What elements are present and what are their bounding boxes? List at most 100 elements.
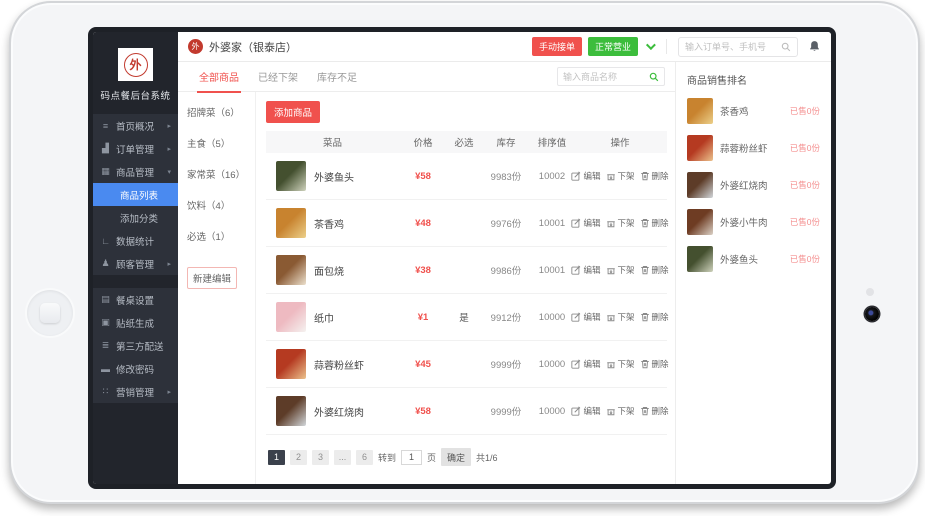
product-search-input[interactable] (563, 72, 645, 82)
page-button[interactable]: 6 (356, 450, 373, 465)
delete-button[interactable]: 删除 (640, 358, 669, 370)
off-shelf-button[interactable]: 下架 (606, 311, 635, 323)
tab[interactable]: 库存不足 (315, 60, 359, 93)
sidebar-menu-item[interactable]: ▟ 订单管理 ▸ (93, 137, 178, 160)
edit-button[interactable]: 编辑 (571, 358, 600, 370)
off-shelf-button[interactable]: 下架 (606, 170, 635, 182)
menu-item-icon: ▣ (100, 317, 111, 328)
order-search-box (678, 37, 798, 57)
category-item[interactable]: 饮料（4） (187, 198, 246, 212)
sidebar-menu-item[interactable]: ∟ 数据统计 (93, 229, 178, 252)
product-stock: 9999份 (481, 404, 531, 418)
edit-button[interactable]: 编辑 (571, 217, 600, 229)
product-photo (276, 161, 306, 191)
category-item[interactable]: 主食（5） (187, 136, 246, 150)
sidebar-menu-item[interactable]: ▦ 商品管理 ▾ (93, 160, 178, 183)
off-shelf-button[interactable]: 下架 (606, 405, 635, 417)
ranking-list-item: 茶香鸡 已售0份 (687, 98, 820, 124)
edit-icon (571, 171, 581, 181)
product-stock: 9976份 (481, 216, 531, 230)
page-button[interactable]: ... (334, 450, 351, 465)
sidebar-menu-item[interactable]: ≡ 首页概况 ▸ (93, 114, 178, 137)
off-shelf-button[interactable]: 下架 (606, 264, 635, 276)
col-stock: 库存 (481, 135, 531, 149)
notification-bell-icon[interactable] (808, 40, 821, 53)
menu-item-label: 贴纸生成 (116, 316, 154, 330)
delete-button[interactable]: 删除 (640, 405, 669, 417)
page-button[interactable]: 2 (290, 450, 307, 465)
product-price: ¥38 (399, 265, 447, 276)
tabs-bar: 全部商品已经下架库存不足 (178, 62, 675, 92)
screenshot-stage: 外 码点餐后台系统 ≡ 首页概况 ▸ ▟ 订单管理 ▸ ▦ 商品管理 ▾ 商品列… (0, 0, 925, 516)
manual-order-button[interactable]: 手动接单 (532, 37, 582, 56)
menu-item-label: 商品管理 (116, 165, 154, 179)
sidebar-menu-item[interactable]: 商品列表 (93, 183, 178, 206)
new-edit-button[interactable]: 新建编辑 (187, 267, 237, 289)
edit-label: 编辑 (583, 264, 600, 276)
page-unit-label: 页 (427, 451, 436, 464)
tab[interactable]: 已经下架 (256, 60, 300, 93)
category-item[interactable]: 招牌菜（6） (187, 105, 246, 119)
off-shelf-button[interactable]: 下架 (606, 217, 635, 229)
status-chevron-down-icon[interactable] (646, 40, 656, 50)
sidebar-menu-item[interactable]: ∷ 营销管理 ▸ (93, 380, 178, 403)
edit-button[interactable]: 编辑 (571, 311, 600, 323)
delete-button[interactable]: 删除 (640, 217, 669, 229)
delete-button[interactable]: 删除 (640, 311, 669, 323)
chevron-icon: ▸ (167, 260, 171, 268)
sidebar-menu-item[interactable]: 添加分类 (93, 206, 178, 229)
sidebar-menu-item[interactable]: ▤ 餐桌设置 (93, 288, 178, 311)
menu-item-label: 修改密码 (116, 362, 154, 376)
delete-button[interactable]: 删除 (640, 264, 669, 276)
sidebar: 外 码点餐后台系统 ≡ 首页概况 ▸ ▟ 订单管理 ▸ ▦ 商品管理 ▾ 商品列… (93, 32, 178, 484)
sidebar-menu-item[interactable]: ♟ 顾客管理 ▸ (93, 252, 178, 275)
sidebar-menu-item[interactable]: ≣ 第三方配送 (93, 334, 178, 357)
menu-item-label: 商品列表 (120, 188, 158, 202)
app-window: 外 码点餐后台系统 ≡ 首页概况 ▸ ▟ 订单管理 ▸ ▦ 商品管理 ▾ 商品列… (93, 32, 831, 484)
edit-icon (571, 218, 581, 228)
delete-button[interactable]: 删除 (640, 170, 669, 182)
page-button[interactable]: 1 (268, 450, 285, 465)
edit-button[interactable]: 编辑 (571, 264, 600, 276)
goto-page-input[interactable] (401, 450, 422, 465)
off-shelf-label: 下架 (618, 170, 635, 182)
product-search-box (557, 67, 665, 86)
off-shelf-icon (606, 171, 616, 181)
off-shelf-icon (606, 406, 616, 416)
off-shelf-button[interactable]: 下架 (606, 358, 635, 370)
add-product-button[interactable]: 添加商品 (266, 101, 320, 123)
home-button[interactable] (27, 290, 73, 336)
tab[interactable]: 全部商品 (197, 60, 241, 93)
edit-button[interactable]: 编辑 (571, 405, 600, 417)
menu-item-label: 首页概况 (116, 119, 154, 133)
edit-button[interactable]: 编辑 (571, 170, 600, 182)
sidebar-menu-group: ▤ 餐桌设置 ▣ 贴纸生成 ≣ 第三方配送 ▬ 修改密码 ∷ 营销管理 ▸ (93, 288, 178, 403)
product-price: ¥48 (399, 218, 447, 229)
col-price: 价格 (399, 135, 447, 149)
page-button[interactable]: 3 (312, 450, 329, 465)
menu-item-icon: ≡ (100, 121, 111, 131)
product-name: 面包烧 (314, 263, 344, 278)
ambient-sensor (866, 288, 874, 296)
page-buttons: 123... 6 (268, 450, 373, 465)
category-item[interactable]: 家常菜（16） (187, 167, 246, 181)
ranking-item-name: 外婆红烧肉 (720, 178, 783, 192)
chevron-icon: ▸ (167, 145, 171, 153)
delete-label: 删除 (652, 358, 669, 370)
sidebar-menu-item[interactable]: ▣ 贴纸生成 (93, 311, 178, 334)
confirm-button[interactable]: 确定 (441, 448, 471, 466)
brand-logo: 外 (118, 48, 153, 81)
business-status-button[interactable]: 正常营业 (588, 37, 638, 56)
search-icon (781, 42, 791, 52)
product-price: ¥58 (399, 171, 447, 182)
category-item[interactable]: 必选（1） (187, 229, 246, 243)
order-search-input[interactable] (685, 42, 777, 52)
product-sort-value: 10000 (531, 359, 573, 370)
ranking-list: 茶香鸡 已售0份 蒜蓉粉丝虾 已售0份 外婆红烧肉 已售0份 外婆小牛肉 已售0… (687, 98, 820, 272)
product-search-icon (649, 72, 659, 82)
pagination: 123...6 转到 页 确定 共1/6 (266, 435, 667, 466)
ranking-item-photo (687, 98, 713, 124)
system-title: 码点餐后台系统 (93, 88, 178, 102)
sidebar-menu-item[interactable]: ▬ 修改密码 (93, 357, 178, 380)
menu-item-label: 数据统计 (116, 234, 154, 248)
